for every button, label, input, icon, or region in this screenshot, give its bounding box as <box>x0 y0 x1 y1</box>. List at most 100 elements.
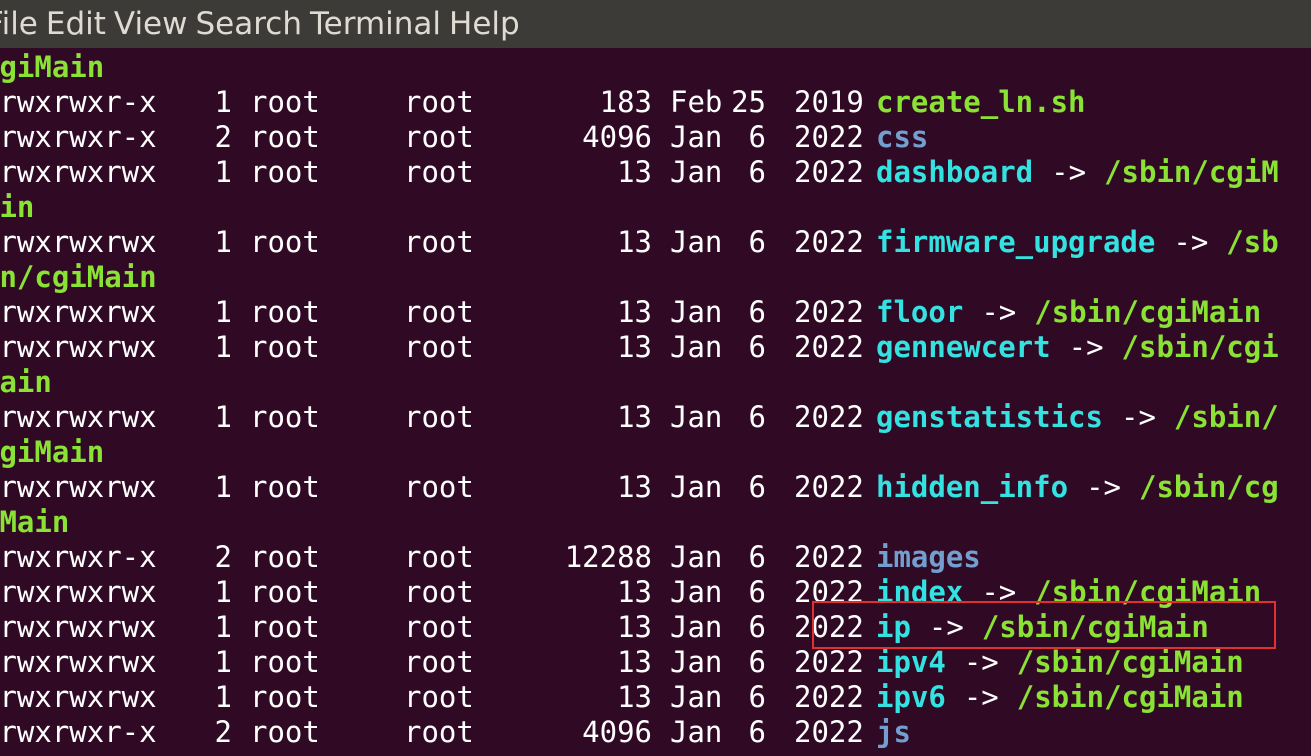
day: 6 <box>748 470 766 504</box>
terminal-output[interactable]: cgiMain -rwxrwxr-x1rootroot183Feb252019cr… <box>0 48 1311 756</box>
year: 2022 <box>794 540 864 574</box>
link-count: 1 <box>214 400 232 434</box>
wrapped-target-text: Main <box>0 365 52 399</box>
file-size: 13 <box>617 155 652 189</box>
permissions: lrwxrwxrwx <box>0 645 157 679</box>
year: 2022 <box>794 610 864 644</box>
link-count: 1 <box>214 330 232 364</box>
directory-listing: cgiMain -rwxrwxr-x1rootroot183Feb252019cr… <box>0 50 1279 750</box>
link-count: 1 <box>214 680 232 714</box>
year: 2022 <box>794 330 864 364</box>
owner: root <box>250 645 320 679</box>
file-name: hidden_info <box>876 470 1069 504</box>
symlink-arrow: -> <box>1120 400 1156 434</box>
listing-row: drwxrwxr-x 2 root root 4096 Jan 6 2022 js <box>0 715 1279 750</box>
file-name: create_ln.sh <box>876 85 1086 119</box>
month: Jan <box>670 470 723 504</box>
listing-row: -rwxrwxr-x 1 root root 183 Feb25 2019 create_ln… <box>0 85 1279 120</box>
year: 2019 <box>794 85 864 119</box>
owner: root <box>250 120 320 154</box>
permissions: lrwxrwxrwx <box>0 680 157 714</box>
symlink-arrow: -> <box>928 610 964 644</box>
menu-file[interactable]: File <box>0 0 46 48</box>
month: Jan <box>670 575 723 609</box>
owner: root <box>250 330 320 364</box>
listing-row: drwxrwxr-x 2 root root 12288 Jan 6 2022 images <box>0 540 1279 575</box>
listing-row: lrwxrwxrwx 1 root root 13 Jan 6 2022 ipv4 -> /sbin… <box>0 645 1279 680</box>
file-name: js <box>876 715 911 749</box>
day: 6 <box>748 295 766 329</box>
symlink-arrow: -> <box>963 645 999 679</box>
month: Jan <box>670 225 723 259</box>
link-count: 1 <box>214 470 232 504</box>
group: root <box>404 470 474 504</box>
symlink-arrow: -> <box>963 680 999 714</box>
listing-row: lrwxrwxrwx 1 root root 13 Jan 6 2022 firmware_up… <box>0 225 1279 260</box>
wrapped-line: iMain <box>0 505 1279 540</box>
owner: root <box>250 225 320 259</box>
owner: root <box>250 610 320 644</box>
permissions: drwxrwxr-x <box>0 715 157 749</box>
file-size: 13 <box>617 295 652 329</box>
file-name: ipv6 <box>876 680 946 714</box>
owner: root <box>250 400 320 434</box>
year: 2022 <box>794 470 864 504</box>
permissions: drwxrwxr-x <box>0 540 157 574</box>
listing-row: lrwxrwxrwx 1 root root 13 Jan 6 2022 gennewcert-… <box>0 330 1279 365</box>
year: 2022 <box>794 120 864 154</box>
owner: root <box>250 295 320 329</box>
link-count: 1 <box>214 225 232 259</box>
group: root <box>404 330 474 364</box>
year: 2022 <box>794 680 864 714</box>
group: root <box>404 225 474 259</box>
file-name: firmware_upgrade <box>876 225 1156 259</box>
day: 6 <box>748 120 766 154</box>
group: root <box>404 540 474 574</box>
listing-row: lrwxrwxrwx 1 root root 13 Jan 6 2022 ip -> /sbin/c… <box>0 610 1279 645</box>
symlink-target: /sbin/cgiMain <box>981 610 1209 644</box>
permissions: lrwxrwxrwx <box>0 575 157 609</box>
file-name: ipv4 <box>876 645 946 679</box>
listing-row: lrwxrwxrwx 1 root root 13 Jan 6 2022 hidden_info… <box>0 470 1279 505</box>
symlink-arrow: -> <box>981 295 1017 329</box>
menu-help[interactable]: Help <box>449 0 528 48</box>
day: 6 <box>748 540 766 574</box>
file-name: css <box>876 120 929 154</box>
group: root <box>404 400 474 434</box>
permissions: drwxrwxr-x <box>0 120 157 154</box>
owner: root <box>250 470 320 504</box>
menu-terminal[interactable]: Terminal <box>310 0 449 48</box>
wrapped-target-text: cgiMain <box>0 435 105 469</box>
month: Jan <box>670 295 723 329</box>
listing-row: lrwxrwxrwx 1 root root 13 Jan 6 2022 index -> /sbi… <box>0 575 1279 610</box>
day: 6 <box>748 400 766 434</box>
wrapped-line: cgiMain <box>0 435 1279 470</box>
owner: root <box>250 85 320 119</box>
symlink-arrow: -> <box>1173 225 1209 259</box>
day: 6 <box>748 330 766 364</box>
group: root <box>404 120 474 154</box>
link-count: 1 <box>214 645 232 679</box>
month: Jan <box>670 645 723 679</box>
permissions: lrwxrwxrwx <box>0 155 157 189</box>
file-size: 13 <box>617 470 652 504</box>
terminal-window: File Edit View Search Terminal Help cgiM… <box>0 0 1311 756</box>
link-count: 2 <box>214 715 232 749</box>
symlink-target: /sbin/ <box>1173 400 1279 434</box>
symlink-arrow: -> <box>1051 155 1087 189</box>
menu-view[interactable]: View <box>114 0 196 48</box>
month: Jan <box>670 155 723 189</box>
month: Jan <box>670 330 723 364</box>
link-count: 1 <box>214 610 232 644</box>
symlink-target: /sbin/cgiM <box>1104 155 1279 189</box>
wrapped-line: in/cgiMain <box>0 260 1279 295</box>
permissions: lrwxrwxrwx <box>0 225 157 259</box>
menu-search[interactable]: Search <box>196 0 311 48</box>
symlink-arrow: -> <box>1068 330 1104 364</box>
file-name: genstatistics <box>876 400 1103 434</box>
day: 6 <box>748 155 766 189</box>
menu-bar: File Edit View Search Terminal Help <box>0 0 1311 48</box>
file-size: 13 <box>617 645 652 679</box>
group: root <box>404 155 474 189</box>
menu-edit[interactable]: Edit <box>46 0 114 48</box>
